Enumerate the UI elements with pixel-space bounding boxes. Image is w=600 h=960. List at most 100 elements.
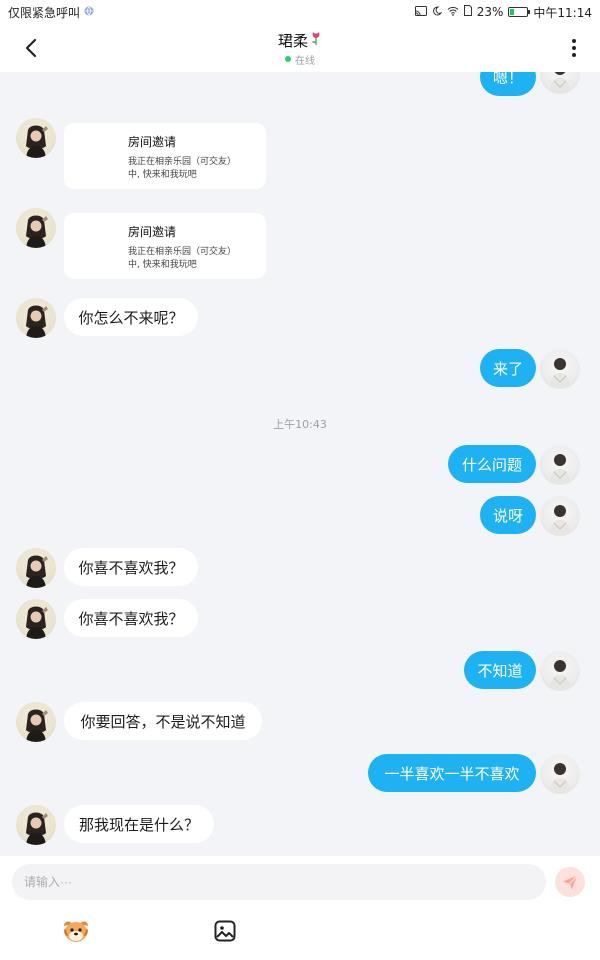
avatar-image [26,709,48,742]
contact-avatar[interactable] [16,208,56,248]
message-text: 来了 [492,359,523,378]
outgoing-bubble[interactable]: 一半喜欢一半不喜欢 [368,754,536,792]
message-text: 你怎么不来呢？ [78,308,184,327]
message-row: 你要回答，不是说不知道 [0,702,600,746]
my-avatar[interactable] [540,445,580,485]
message-text: 嗯！ [492,72,523,87]
message-row: 房间邀请 我正在相亲乐园（可交友） 中, 快来和我玩吧 [0,208,600,280]
incoming-bubble[interactable]: 你喜不喜欢我？ [64,548,198,586]
image-picker-button[interactable] [210,916,240,946]
status-left-text: 仅限紧急呼叫 [8,5,81,20]
message-text: 你喜不喜欢我？ [78,609,184,628]
presence-status: 在线 [278,52,322,67]
message-row: 一半喜欢一半不喜欢 [0,754,600,798]
message-row: 不知道 [0,651,600,695]
incoming-bubble[interactable]: 你要回答，不是说不知道 [64,702,262,740]
online-dot-icon [284,56,291,62]
rose-icon [310,30,322,50]
outgoing-bubble[interactable]: 嗯！ [480,72,536,96]
invite-body: 我正在相亲乐园（可交友） 中, 快来和我玩吧 [128,246,256,272]
invite-body-line: 中, 快来和我玩吧 [128,170,197,180]
my-avatar[interactable] [540,349,580,389]
message-row: 说呀 [0,496,600,540]
composer [0,856,600,960]
avatar-image [26,606,48,639]
battery-percent: 23% [476,5,504,19]
invite-title: 房间邀请 [128,225,177,239]
message-row: 来了 [0,349,600,393]
cast-icon [414,5,427,19]
battery-icon [508,7,531,17]
my-avatar[interactable] [540,72,580,94]
sim-card-icon [463,5,472,19]
message-row: 你喜不喜欢我？ [0,599,600,643]
message-text: 你要回答，不是说不知道 [80,712,246,731]
outgoing-bubble[interactable]: 说呀 [480,496,536,534]
message-list[interactable]: 嗯！ 房间邀请 我正在相亲乐园（可交友） 中, 快来和我玩吧 房间邀请 我正在相… [0,72,600,856]
network-globe-icon [84,5,94,19]
room-invite-card[interactable]: 房间邀请 我正在相亲乐园（可交友） 中, 快来和我玩吧 [64,213,266,279]
avatar-image [549,358,571,389]
send-plane-icon [563,875,578,890]
message-text: 不知道 [477,661,523,680]
chat-title: 珺柔 [277,31,308,50]
incoming-bubble[interactable]: 那我现在是什么？ [64,805,214,843]
outgoing-bubble[interactable]: 不知道 [464,651,536,689]
avatar-image [26,305,48,338]
outgoing-bubble[interactable]: 来了 [480,349,536,387]
chat-title-row: 珺柔 [278,30,322,51]
message-text: 说呀 [492,506,523,525]
status-time: 中午11:14 [533,5,592,20]
incoming-bubble[interactable]: 你喜不喜欢我？ [64,599,198,637]
contact-avatar[interactable] [16,548,56,588]
chevron-left-icon [25,38,37,58]
battery-fill [510,9,515,15]
avatar-image [26,125,48,158]
contact-avatar[interactable] [16,702,56,742]
message-text: 什么问题 [461,455,522,474]
message-row: 房间邀请 我正在相亲乐园（可交友） 中, 快来和我玩吧 [0,118,600,190]
wifi-icon [447,5,459,19]
message-row: 嗯！ [0,72,600,106]
invite-title: 房间邀请 [128,135,177,149]
avatar-image [549,72,571,94]
message-row: 你怎么不来呢？ [0,298,600,342]
message-text: 那我现在是什么？ [78,815,199,834]
image-icon [214,920,236,942]
emoji-sticker-button[interactable] [61,916,91,946]
avatar-image [549,763,571,794]
dog-face-icon [64,921,88,942]
contact-avatar[interactable] [16,118,56,158]
avatar-image [26,215,48,248]
message-row: 你喜不喜欢我？ [0,548,600,592]
incoming-bubble[interactable]: 你怎么不来呢？ [64,298,198,336]
chat-header: 珺柔 在线 [0,24,600,72]
my-avatar[interactable] [540,496,580,536]
invite-body-line: 中, 快来和我玩吧 [128,260,197,270]
send-button[interactable] [555,867,585,897]
message-row: 什么问题 [0,445,600,489]
avatar-image [549,660,571,691]
chat-title-block: 珺柔 在线 [278,30,322,67]
message-input[interactable] [12,864,546,900]
outgoing-bubble[interactable]: 什么问题 [448,445,536,483]
contact-avatar[interactable] [16,298,56,338]
message-row: 那我现在是什么？ [0,805,600,849]
status-right: 23% 中午11:14 [414,4,592,21]
avatar-image [26,555,48,588]
contact-avatar[interactable] [16,599,56,639]
room-invite-card[interactable]: 房间邀请 我正在相亲乐园（可交友） 中, 快来和我玩吧 [64,123,266,189]
invite-body-line: 我正在相亲乐园（可交友） [128,157,237,167]
more-vertical-icon [572,39,576,57]
contact-avatar[interactable] [16,805,56,845]
my-avatar[interactable] [540,754,580,794]
presence-text: 在线 [294,55,315,67]
invite-body: 我正在相亲乐园（可交友） 中, 快来和我玩吧 [128,156,256,182]
more-options-button[interactable] [562,36,586,60]
message-text: 一半喜欢一半不喜欢 [384,764,520,783]
back-button[interactable] [20,36,44,60]
message-text: 你喜不喜欢我？ [78,558,184,577]
moon-icon [432,5,443,19]
status-left: 仅限紧急呼叫 [8,4,94,21]
my-avatar[interactable] [540,651,580,691]
